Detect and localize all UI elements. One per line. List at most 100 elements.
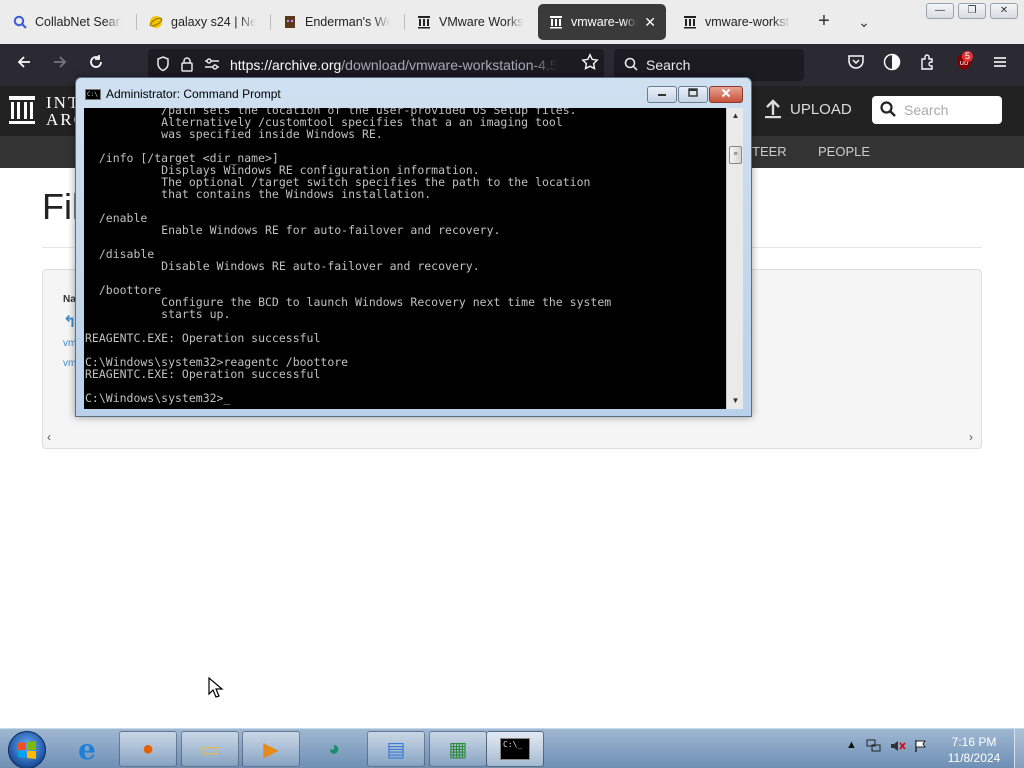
scroll-thumb[interactable]: ≡: [729, 146, 742, 164]
new-tab-button[interactable]: +: [812, 10, 836, 34]
tab-title: VMware Workstation: [439, 15, 524, 29]
cmd-title-name: Command Prompt: [183, 87, 281, 101]
close-tab-icon[interactable]: ✕: [644, 14, 656, 31]
url-host: https://archive.org: [230, 57, 342, 73]
tab-separator: [404, 14, 405, 30]
restore-window-button[interactable]: ❐: [958, 3, 986, 19]
magnifier-icon: [12, 14, 28, 30]
search-icon: [624, 57, 638, 74]
url-path: /download/vmware-workstation-4.5: [341, 57, 558, 73]
archive-icon: [682, 14, 698, 30]
archive-icon: [416, 14, 432, 30]
command-prompt-window[interactable]: C:\ Administrator: Command Prompt /path …: [75, 77, 752, 417]
back-arrow-icon: [17, 56, 30, 68]
cmd-maximize-button[interactable]: [678, 86, 708, 103]
cmd-minimize-button[interactable]: [647, 86, 677, 103]
lock-icon[interactable]: [180, 56, 194, 75]
name-column-header[interactable]: Na: [63, 294, 76, 305]
taskbar-firefox-button[interactable]: ●: [119, 731, 177, 767]
chat-icon: ◕: [327, 737, 341, 760]
tab-vmware-workstation-2[interactable]: vmware-workstation: [672, 4, 800, 40]
tab-collabnet[interactable]: CollabNet SearXNG: [2, 4, 132, 40]
tab-title: galaxy s24 | News: [171, 15, 256, 29]
tab-vmware-workstation[interactable]: VMware Workstation: [406, 4, 534, 40]
cmd-close-button[interactable]: [709, 86, 743, 103]
browser-tab-strip: CollabNet SearXNG galaxy s24 | News Ende…: [0, 0, 1024, 44]
firefox-icon: ●: [141, 737, 155, 760]
reload-icon: [90, 55, 102, 68]
minimize-icon: [658, 94, 666, 96]
taskbar-command-prompt-button[interactable]: C:\_: [486, 731, 544, 767]
tab-separator: [136, 14, 137, 30]
taskbar-media-player-button[interactable]: ▶: [242, 731, 300, 767]
cmd-console-output[interactable]: /path sets the location of the user-prov…: [84, 108, 726, 409]
tab-separator: [270, 14, 271, 30]
tab-vmware-workstation-active[interactable]: vmware-workstation ✕: [538, 4, 666, 40]
windows-taskbar: e ● ▭ ▶ ◕ ▤ ▦ C:\_ ▲ 7:16 PM 11/8/2024: [0, 728, 1024, 768]
nav-volunteer-link[interactable]: TEER: [752, 144, 787, 159]
tab-galaxy[interactable]: galaxy s24 | News: [138, 4, 266, 40]
account-button[interactable]: [880, 53, 904, 77]
cmd-window-icon[interactable]: C:\: [85, 89, 101, 100]
taskbar-task-manager-button[interactable]: ▦: [429, 731, 487, 767]
scroll-up-icon[interactable]: ▲: [727, 108, 744, 124]
media-player-icon: ▶: [263, 738, 279, 761]
internet-archive-logo-icon[interactable]: [8, 94, 38, 126]
scroll-left-icon[interactable]: ‹: [47, 430, 51, 444]
upload-label: UPLOAD: [790, 100, 852, 118]
tab-title: CollabNet SearXNG: [35, 15, 122, 29]
control-panel-icon: ▤: [386, 738, 406, 761]
show-desktop-button[interactable]: [1014, 729, 1024, 768]
horizontal-scrollbar[interactable]: ‹ ›: [43, 430, 981, 448]
tab-title: vmware-workstation: [705, 15, 790, 29]
folder-icon: ▭: [200, 738, 220, 761]
scroll-right-icon[interactable]: ›: [969, 430, 973, 444]
nav-people-link[interactable]: PEOPLE: [818, 144, 870, 159]
taskbar-control-panel-button[interactable]: ▤: [367, 731, 425, 767]
network-icon[interactable]: [866, 739, 882, 756]
reload-button[interactable]: [84, 53, 108, 77]
bookmark-star-button[interactable]: [578, 53, 602, 77]
close-window-button[interactable]: ✕: [990, 3, 1018, 19]
search-placeholder: Search: [646, 57, 691, 73]
extensions-button[interactable]: [916, 53, 940, 77]
task-manager-icon: ▦: [448, 738, 468, 761]
taskbar-internet-explorer-button[interactable]: e: [58, 731, 116, 767]
windows-logo-icon: [18, 741, 36, 759]
forward-arrow-icon: [54, 56, 67, 68]
archive-icon: [548, 14, 564, 30]
cmd-icon: C:\_: [500, 738, 530, 760]
clock-date: 11/8/2024: [947, 751, 1001, 765]
cmd-title-bar[interactable]: C:\ Administrator: Command Prompt: [76, 78, 751, 106]
scroll-down-icon[interactable]: ▼: [727, 393, 744, 409]
list-all-tabs-button[interactable]: ⌄: [852, 10, 876, 34]
action-center-flag-icon[interactable]: [914, 739, 928, 756]
volume-muted-icon[interactable]: [890, 739, 906, 756]
pocket-button[interactable]: [844, 53, 868, 77]
cmd-vertical-scrollbar[interactable]: ▲ ≡ ▼: [726, 108, 743, 409]
ublock-badge: 5: [962, 51, 974, 62]
ie-icon: e: [78, 732, 96, 766]
upload-icon: [765, 99, 781, 119]
shield-icon[interactable]: [156, 55, 170, 75]
star-icon: [581, 53, 599, 70]
permissions-icon[interactable]: [204, 57, 220, 74]
back-button[interactable]: [12, 53, 36, 77]
menu-button[interactable]: [988, 53, 1012, 77]
mouse-cursor-icon: [208, 676, 224, 698]
start-button[interactable]: [8, 731, 46, 768]
show-hidden-icons-button[interactable]: ▲: [846, 739, 857, 751]
taskbar-explorer-button[interactable]: ▭: [181, 731, 239, 767]
url-text[interactable]: https://archive.org/download/vmware-work…: [230, 57, 558, 73]
galaxy-icon: [148, 14, 164, 30]
search-icon: [880, 100, 896, 120]
minimize-window-button[interactable]: —: [926, 3, 954, 19]
puzzle-icon: [921, 54, 933, 70]
archive-search-input[interactable]: Search: [872, 96, 1002, 124]
tab-enderman[interactable]: Enderman's Website: [272, 4, 400, 40]
forward-button[interactable]: [48, 53, 72, 77]
taskbar-chat-app-button[interactable]: ◕: [305, 731, 363, 767]
upload-button[interactable]: UPLOAD: [764, 99, 852, 119]
system-clock[interactable]: 7:16 PM 11/8/2024: [936, 734, 1012, 766]
console-text: /path sets the location of the user-prov…: [85, 108, 612, 405]
